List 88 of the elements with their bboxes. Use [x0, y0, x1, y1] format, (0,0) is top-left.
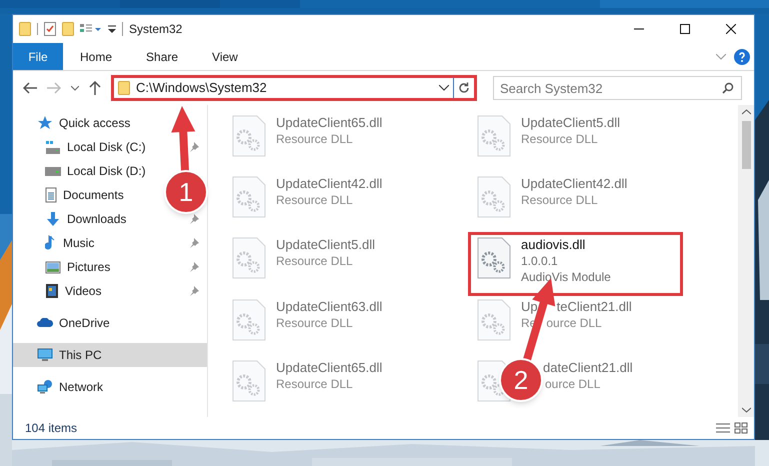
pin-icon[interactable]	[189, 142, 199, 152]
gear-file-icon	[477, 176, 511, 218]
file-detail: Resource DLL	[276, 253, 353, 270]
recent-locations-icon[interactable]	[71, 86, 79, 90]
file-name: dateClient21.dll	[543, 360, 633, 376]
download-arrow-icon	[45, 211, 61, 227]
scrollbar[interactable]	[738, 105, 754, 417]
file-name: Up	[521, 298, 538, 315]
file-name: UpdateClient63.dll	[276, 298, 382, 315]
minimize-icon[interactable]	[634, 28, 644, 30]
chevron-down-icon[interactable]	[439, 85, 449, 91]
nav-item[interactable]: Music	[63, 234, 94, 252]
gear-file-icon	[232, 298, 266, 341]
gear-file-icon	[232, 360, 266, 402]
item-count: 104 items	[25, 420, 78, 437]
view-options-icon[interactable]	[80, 23, 102, 35]
window-title: System32	[129, 21, 182, 38]
picture-icon	[45, 260, 61, 274]
nav-item[interactable]: Videos	[65, 282, 102, 300]
properties-icon[interactable]	[44, 22, 56, 36]
file-detail: ource DLL	[546, 314, 602, 331]
document-icon	[45, 187, 57, 203]
file-name: audiovis.dll	[521, 237, 586, 254]
large-icons-view-icon[interactable]	[734, 422, 748, 434]
pin-icon[interactable]	[189, 238, 199, 248]
film-icon	[45, 283, 59, 299]
maximize-icon[interactable]	[680, 24, 690, 34]
file-detail: 1.0.0.1	[521, 253, 558, 270]
gear-file-icon	[232, 176, 266, 218]
scroll-down-icon[interactable]	[742, 407, 750, 413]
customize-toolbar-icon[interactable]	[108, 24, 116, 34]
file-detail: ource DLL	[545, 376, 600, 392]
scroll-up-icon[interactable]	[742, 109, 750, 115]
nav-item[interactable]: OneDrive	[59, 314, 110, 332]
pin-icon[interactable]	[189, 262, 199, 272]
nav-item[interactable]: Pictures	[67, 258, 110, 276]
back-arrow-icon[interactable]	[23, 82, 37, 94]
refresh-icon[interactable]	[458, 82, 470, 94]
nav-item[interactable]: Documents	[63, 186, 124, 204]
gear-file-icon	[477, 298, 511, 341]
file-name: UpdateClient42.dll	[521, 176, 628, 192]
file-detail: AudioVis Module	[521, 269, 611, 286]
nav-item[interactable]: This PC	[13, 343, 207, 367]
help-icon[interactable]	[734, 48, 750, 64]
search-icon[interactable]	[722, 82, 734, 94]
ribbon-tab[interactable]: View	[195, 43, 255, 70]
drive-icon	[45, 166, 61, 176]
nav-item[interactable]: Downloads	[67, 210, 126, 228]
gear-file-icon	[477, 115, 511, 157]
folder-icon	[118, 81, 130, 95]
file-detail: Resource DLL	[521, 131, 598, 147]
file-detail: Resource DLL	[521, 192, 598, 208]
file-detail: Resource DLL	[276, 192, 353, 208]
file-detail: Resource DLL	[276, 131, 353, 147]
file-detail: Resource DLL	[276, 376, 353, 392]
nav-item[interactable]: Local Disk (D:)	[67, 162, 146, 180]
gear-file-icon	[232, 237, 266, 280]
cloud-icon	[37, 318, 53, 328]
pin-icon[interactable]	[189, 286, 199, 296]
file-detail: Resource DLL	[276, 314, 353, 331]
nav-item[interactable]: Quick access	[59, 114, 130, 132]
address-path: C:\Windows\System32	[136, 79, 267, 98]
file-name: UpdateClient65.dll	[276, 115, 382, 131]
file-name: UpdateClient5.dll	[276, 237, 376, 254]
file-name: UpdateClient5.dll	[521, 115, 620, 131]
address-field[interactable]: C:\Windows\System32	[111, 75, 477, 101]
scroll-thumb[interactable]	[742, 121, 750, 169]
ribbon-tab[interactable]: Share	[129, 43, 196, 70]
file-menu-button[interactable]: File	[13, 43, 63, 70]
callout-arrow	[171, 106, 196, 172]
monitor-icon	[37, 348, 53, 362]
pin-icon[interactable]	[189, 214, 199, 224]
gear-file-icon	[232, 115, 266, 157]
gear-file-icon	[477, 237, 511, 280]
details-view-icon[interactable]	[716, 422, 730, 434]
music-note-icon	[45, 235, 57, 251]
file-name: UpdateClient65.dll	[276, 360, 382, 376]
file-name: teClient21.dll	[556, 298, 632, 315]
drive-icon	[45, 140, 61, 154]
up-arrow-icon[interactable]	[89, 81, 101, 95]
nav-item[interactable]: Local Disk (C:)	[67, 138, 146, 156]
star-icon	[37, 115, 53, 131]
network-icon	[37, 379, 53, 395]
file-name: UpdateClient42.dll	[276, 176, 382, 192]
nav-item[interactable]: Network	[59, 378, 104, 396]
search-field[interactable]: Search System32	[493, 76, 742, 100]
ribbon-tab[interactable]: Home	[63, 43, 130, 70]
close-icon[interactable]	[726, 24, 736, 34]
